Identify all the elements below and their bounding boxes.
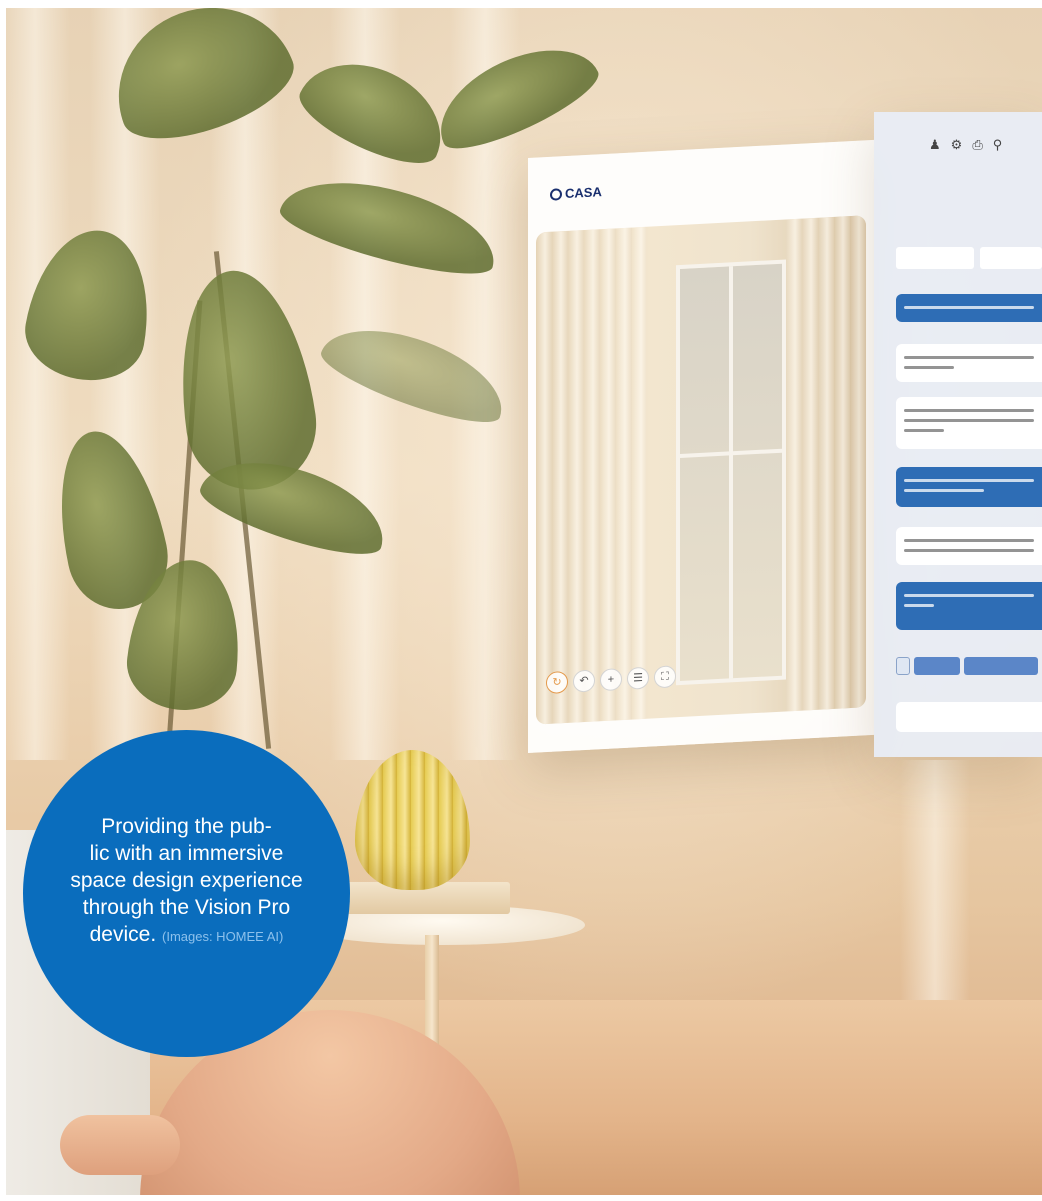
person-icon[interactable]: ♟ xyxy=(929,137,941,153)
layers-icon[interactable]: ☰ xyxy=(627,666,649,690)
caption-circle: Providing the pub- lic with an immersive… xyxy=(23,730,350,1057)
suggestion-chips xyxy=(896,657,1038,675)
caption-line: Providing the pub- xyxy=(101,814,272,838)
chat-message-ai xyxy=(896,527,1042,565)
person-hand xyxy=(60,1115,180,1175)
location-icon[interactable]: ⚲ xyxy=(993,137,1003,153)
chat-panel: ♟ ⚙ ⎙ ⚲ xyxy=(874,112,1042,757)
caption-text: Providing the pub- lic with an immersive… xyxy=(62,813,312,950)
panel-field[interactable] xyxy=(980,247,1042,269)
casa-logo-text: CASA xyxy=(565,184,602,202)
chat-message-user xyxy=(896,294,1042,322)
suggestion-chip[interactable] xyxy=(914,657,960,675)
image-credit: (Images: HOMEE AI) xyxy=(162,928,284,944)
casa-logo-mark-icon xyxy=(550,187,562,201)
chat-message-user xyxy=(896,582,1042,630)
casa-logo: CASA xyxy=(550,184,602,202)
caption-line: device. xyxy=(89,922,157,946)
rotate-icon[interactable]: ↻ xyxy=(546,670,568,695)
expand-icon[interactable]: ⛶ xyxy=(654,665,676,689)
panel-field[interactable] xyxy=(896,247,974,269)
yellow-lamp xyxy=(355,750,470,890)
chat-message-ai xyxy=(896,344,1042,382)
add-icon[interactable]: + xyxy=(600,668,622,692)
curtain xyxy=(900,760,970,1000)
vision-pro-app-window: CASA ↻ ↶ + ☰ ⛶ xyxy=(528,139,874,753)
caption-line: lic with an immersive xyxy=(89,841,284,865)
caption-line: through the Vision Pro xyxy=(82,895,291,919)
room-3d-viewport[interactable]: ↻ ↶ + ☰ ⛶ xyxy=(536,215,866,725)
suggestion-chip[interactable] xyxy=(896,657,910,675)
chat-input[interactable] xyxy=(896,702,1042,732)
window-view xyxy=(676,259,786,686)
panel-header-icons: ♟ ⚙ ⎙ ⚲ xyxy=(929,137,1002,153)
share-icon[interactable]: ⎙ xyxy=(972,137,982,153)
suggestion-chip[interactable] xyxy=(964,657,1038,675)
chat-message-user xyxy=(896,467,1042,507)
caption-line: space design experience xyxy=(70,868,303,892)
settings-icon[interactable]: ⚙ xyxy=(951,137,963,153)
curtain xyxy=(0,0,70,760)
photo-scene: CASA ↻ ↶ + ☰ ⛶ ♟ ⚙ ⎙ ⚲ Providing the pub… xyxy=(0,0,1042,1201)
undo-icon[interactable]: ↶ xyxy=(573,669,595,693)
chat-message-ai xyxy=(896,397,1042,449)
